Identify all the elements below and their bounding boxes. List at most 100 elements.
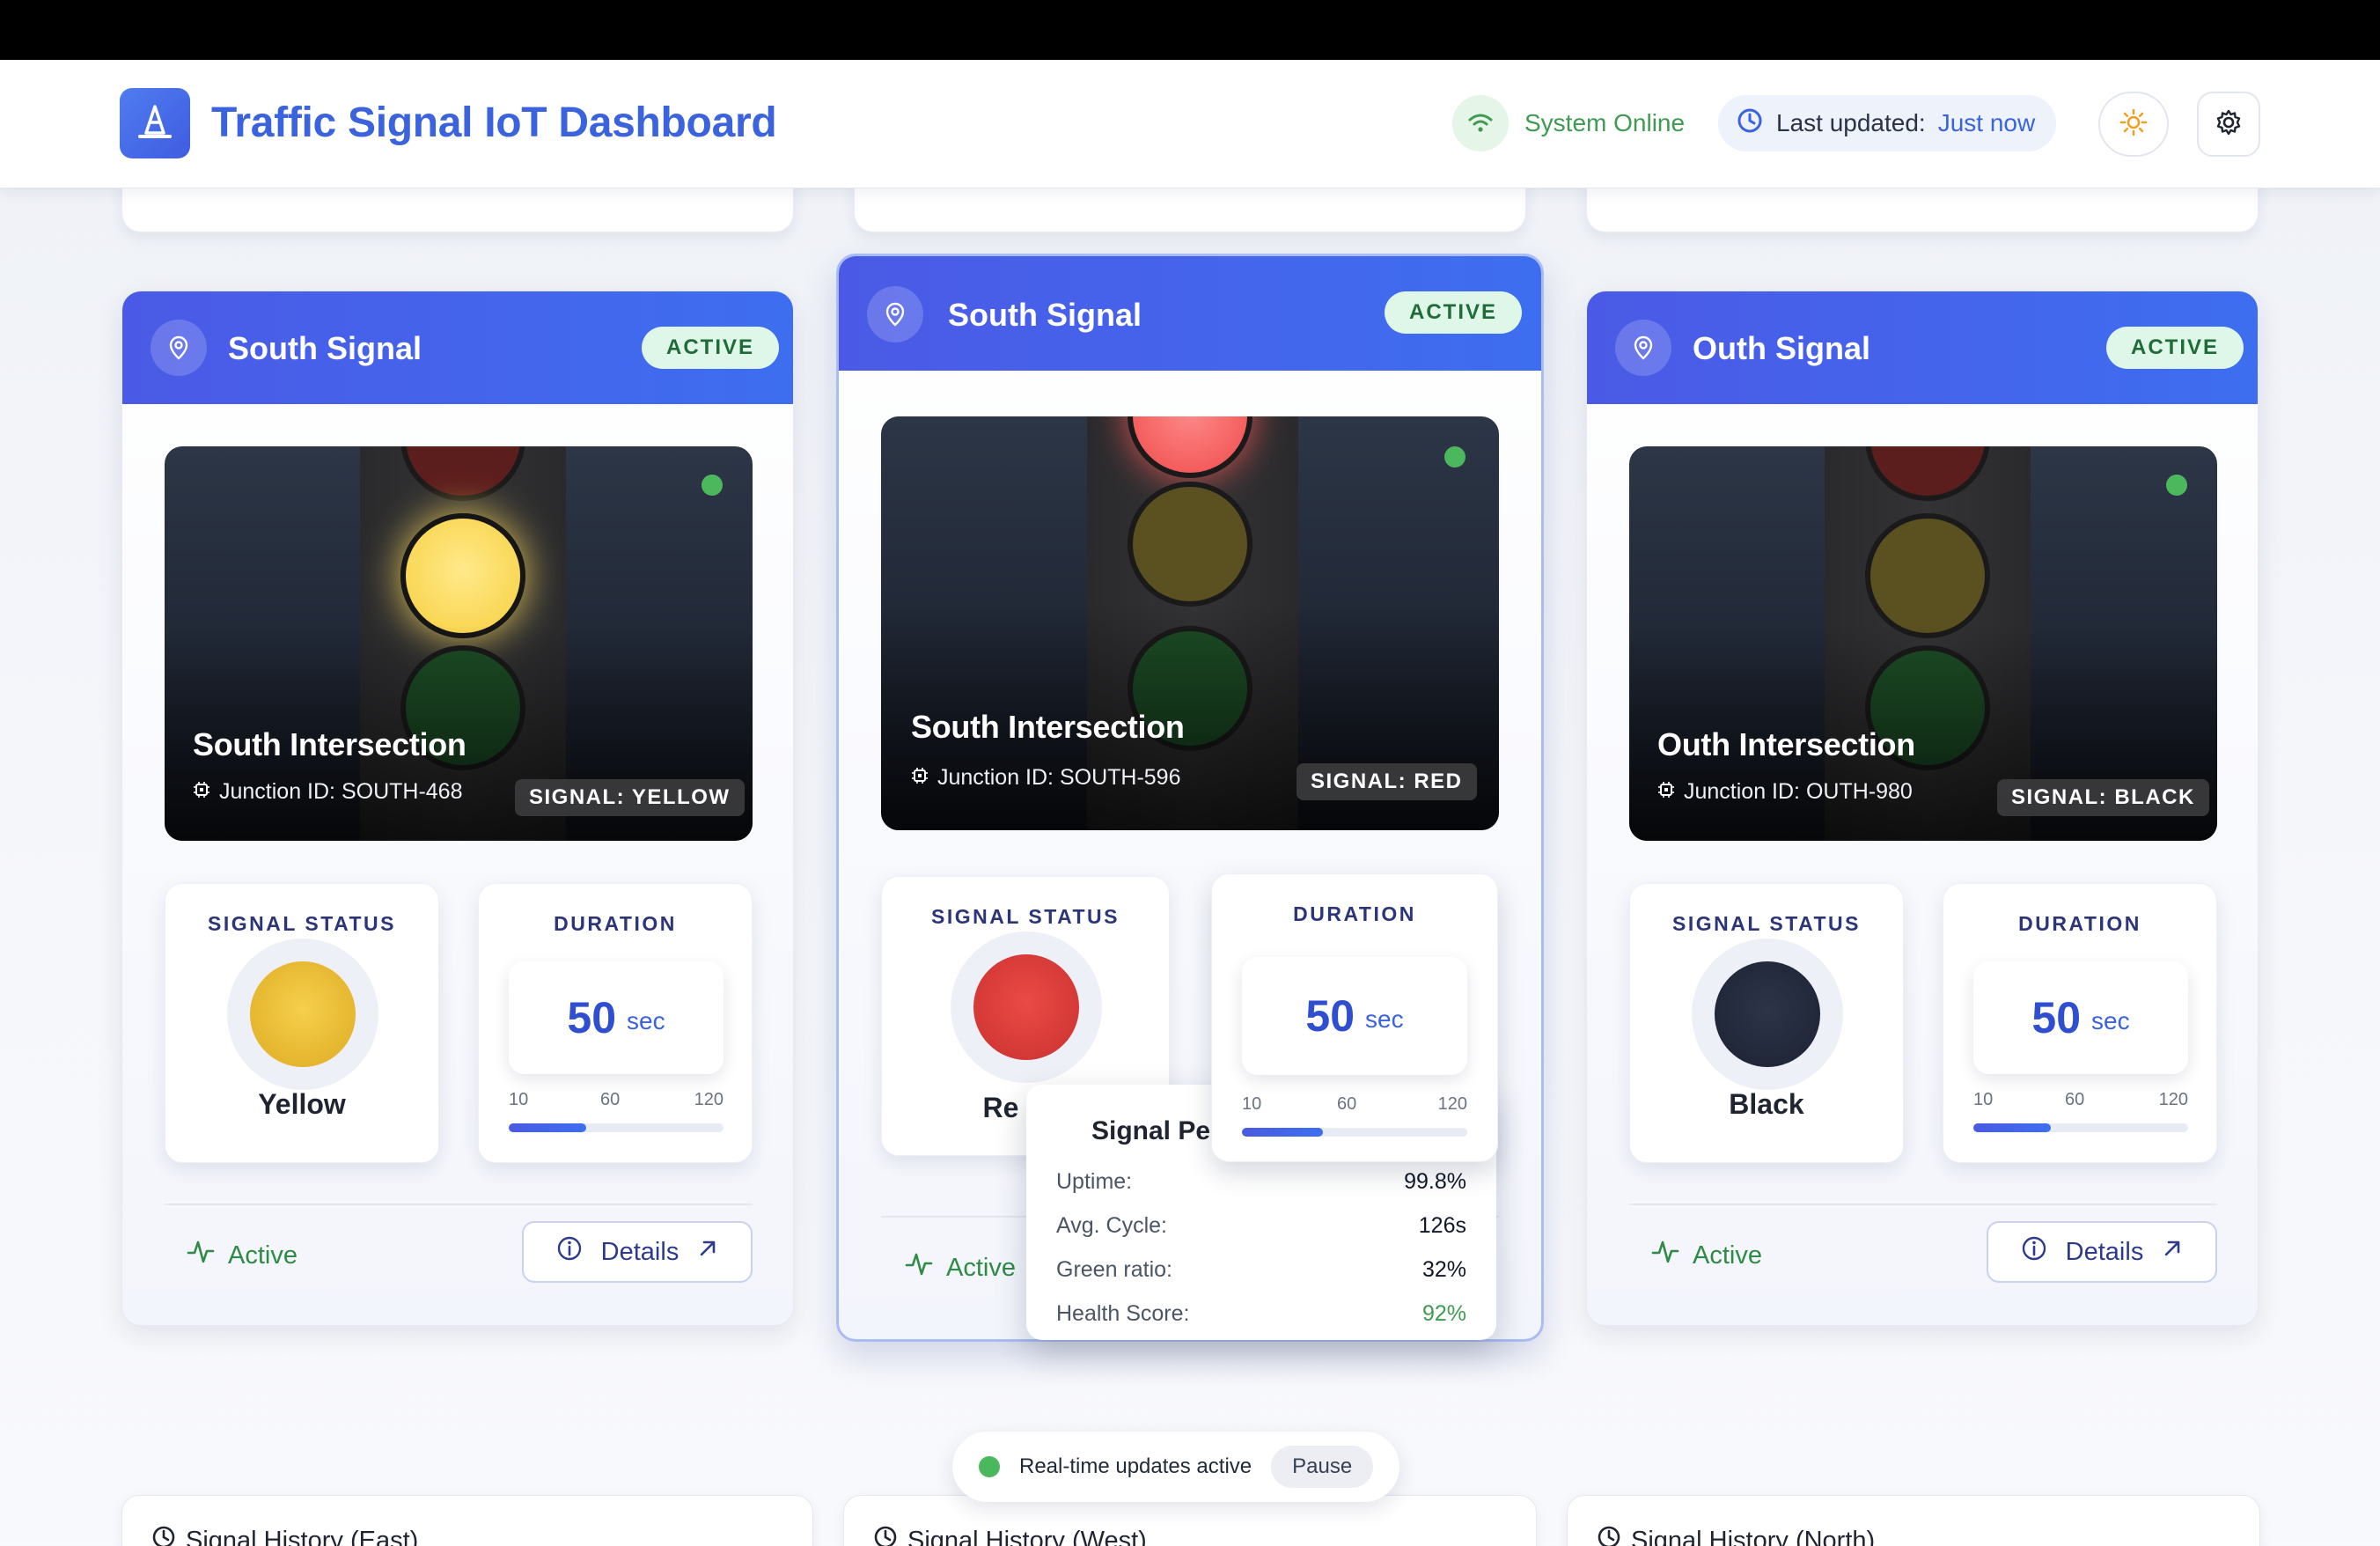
tooltip-row-label: Uptime: — [1056, 1169, 1133, 1194]
activity-icon — [904, 1249, 934, 1286]
gear-icon — [2215, 108, 2243, 141]
footer-status-text: Active — [946, 1253, 1016, 1282]
info-icon — [2020, 1234, 2048, 1270]
junction-id-text: Junction ID: SOUTH-468 — [219, 779, 463, 804]
signal-card-right: Outh Signal ACTIVE Outh Intersection Jun… — [1586, 291, 2259, 1326]
details-label: Details — [600, 1237, 679, 1266]
app-title: Traffic Signal IoT Dashboard — [211, 99, 777, 146]
history-title: Signal History (West) — [872, 1524, 1147, 1546]
signal-status-box: SIGNAL STATUS Black — [1629, 883, 1904, 1163]
signal-tag: SIGNAL: RED — [1297, 763, 1477, 800]
tooltip-row: Green ratio: 32% — [1056, 1257, 1466, 1283]
signal-status-label: SIGNAL STATUS — [1672, 912, 1861, 935]
card-header: South Signal ACTIVE — [839, 256, 1541, 371]
scale-tick: 60 — [1337, 1094, 1357, 1114]
pause-button[interactable]: Pause — [1271, 1446, 1374, 1488]
clock-icon — [1736, 107, 1764, 141]
history-title-text: Signal History (West) — [907, 1526, 1147, 1546]
signal-status-box: SIGNAL STATUS Yellow — [165, 883, 439, 1163]
traffic-cone-icon — [120, 88, 190, 158]
duration-slider[interactable] — [1973, 1123, 2188, 1132]
theme-toggle-button[interactable] — [2098, 92, 2169, 157]
signal-camera-view: South Intersection Junction ID: SOUTH-46… — [165, 446, 753, 841]
duration-fill — [1973, 1123, 2051, 1132]
duration-slider[interactable] — [1242, 1128, 1467, 1137]
realtime-indicator — [979, 1456, 1000, 1477]
last-updated-value: Just now — [1937, 109, 2036, 136]
duration-label: DURATION — [1293, 902, 1416, 925]
tooltip-row: Health Score: 92% — [1056, 1301, 1466, 1327]
scale-tick: 60 — [2065, 1090, 2085, 1109]
chip-icon — [911, 765, 929, 791]
status-badge: ACTIVE — [642, 327, 780, 369]
scale-tick: 10 — [1242, 1094, 1262, 1114]
clock-icon — [872, 1524, 899, 1546]
duration-slider[interactable] — [509, 1123, 724, 1132]
duration-label: DURATION — [2018, 912, 2141, 935]
tooltip-row-value: 126s — [1418, 1213, 1466, 1238]
history-title-text: Signal History (East) — [186, 1526, 419, 1546]
signal-status-label: SIGNAL STATUS — [208, 912, 396, 935]
card-header: Outh Signal ACTIVE — [1587, 291, 2258, 404]
tooltip-row-value: 32% — [1421, 1257, 1466, 1282]
scale-tick: 10 — [1973, 1090, 1994, 1109]
footer-status: Active — [1650, 1237, 1762, 1274]
duration-unit: sec — [627, 1007, 665, 1034]
scale-tick: 120 — [694, 1090, 724, 1109]
tooltip-row-value: 92% — [1421, 1301, 1466, 1326]
footer-status-text: Active — [1693, 1240, 1762, 1270]
live-indicator — [702, 475, 723, 496]
history-card-north: Signal History (North) — [1567, 1495, 2260, 1546]
system-status-text: System Online — [1524, 109, 1686, 136]
tooltip-row: Uptime: 99.8% — [1056, 1169, 1466, 1195]
details-label: Details — [2065, 1237, 2144, 1266]
signal-status-orb — [1715, 961, 1820, 1067]
yellow-lamp — [1128, 482, 1252, 607]
junction-id: Junction ID: SOUTH-468 — [193, 779, 463, 805]
sun-icon — [2119, 108, 2148, 141]
history-title: Signal History (East) — [151, 1524, 418, 1546]
footer-status: Active — [186, 1237, 298, 1274]
yellow-lamp — [1865, 513, 1990, 638]
duration-box: DURATION 50 sec 10 60 120 — [1943, 883, 2217, 1163]
duration-value: 50 — [567, 993, 617, 1042]
chip-icon — [193, 779, 210, 805]
signal-camera-view: South Intersection Junction ID: SOUTH-59… — [881, 416, 1499, 830]
map-pin-icon — [151, 320, 207, 376]
card-title: South Signal — [228, 330, 422, 366]
details-button[interactable]: Details — [522, 1221, 753, 1283]
map-pin-icon — [867, 286, 923, 342]
card-divider — [1629, 1204, 2217, 1205]
live-indicator — [2166, 475, 2187, 496]
tooltip-row-label: Avg. Cycle: — [1056, 1213, 1167, 1238]
signal-status-orb — [973, 954, 1079, 1060]
live-indicator — [1444, 446, 1465, 467]
last-updated-label: Last updated: — [1776, 109, 1926, 136]
junction-id-text: Junction ID: OUTH-980 — [1684, 779, 1913, 804]
intersection-name: Outh Intersection — [1657, 726, 1915, 762]
map-pin-icon — [1615, 320, 1671, 376]
footer-status-text: Active — [228, 1240, 298, 1270]
duration-fill — [1242, 1128, 1324, 1137]
scale-tick: 120 — [2158, 1090, 2188, 1109]
activity-icon — [186, 1237, 216, 1274]
info-icon — [555, 1234, 584, 1270]
signal-card-left: South Signal ACTIVE South Intersection J… — [121, 291, 794, 1326]
card-divider — [165, 1204, 753, 1205]
arrow-up-right-icon — [696, 1237, 719, 1267]
top-black-bar — [0, 0, 2380, 60]
duration-box: DURATION 50 sec 10 60 120 — [1211, 873, 1498, 1162]
clock-icon — [151, 1524, 177, 1546]
settings-button[interactable] — [2197, 92, 2260, 157]
duration-display: 50 sec — [509, 961, 724, 1074]
junction-id: Junction ID: SOUTH-596 — [911, 765, 1181, 791]
duration-unit: sec — [1365, 1005, 1404, 1033]
signal-camera-view: Outh Intersection Junction ID: OUTH-980 … — [1629, 446, 2217, 841]
duration-display: 50 sec — [1973, 961, 2188, 1074]
history-title: Signal History (North) — [1596, 1524, 1875, 1546]
tooltip-row-value: 99.8% — [1404, 1169, 1466, 1194]
status-badge: ACTIVE — [2106, 327, 2244, 369]
tooltip-row-label: Green ratio: — [1056, 1257, 1173, 1282]
tooltip-row: Avg. Cycle: 126s — [1056, 1213, 1466, 1239]
details-button[interactable]: Details — [1987, 1221, 2217, 1283]
